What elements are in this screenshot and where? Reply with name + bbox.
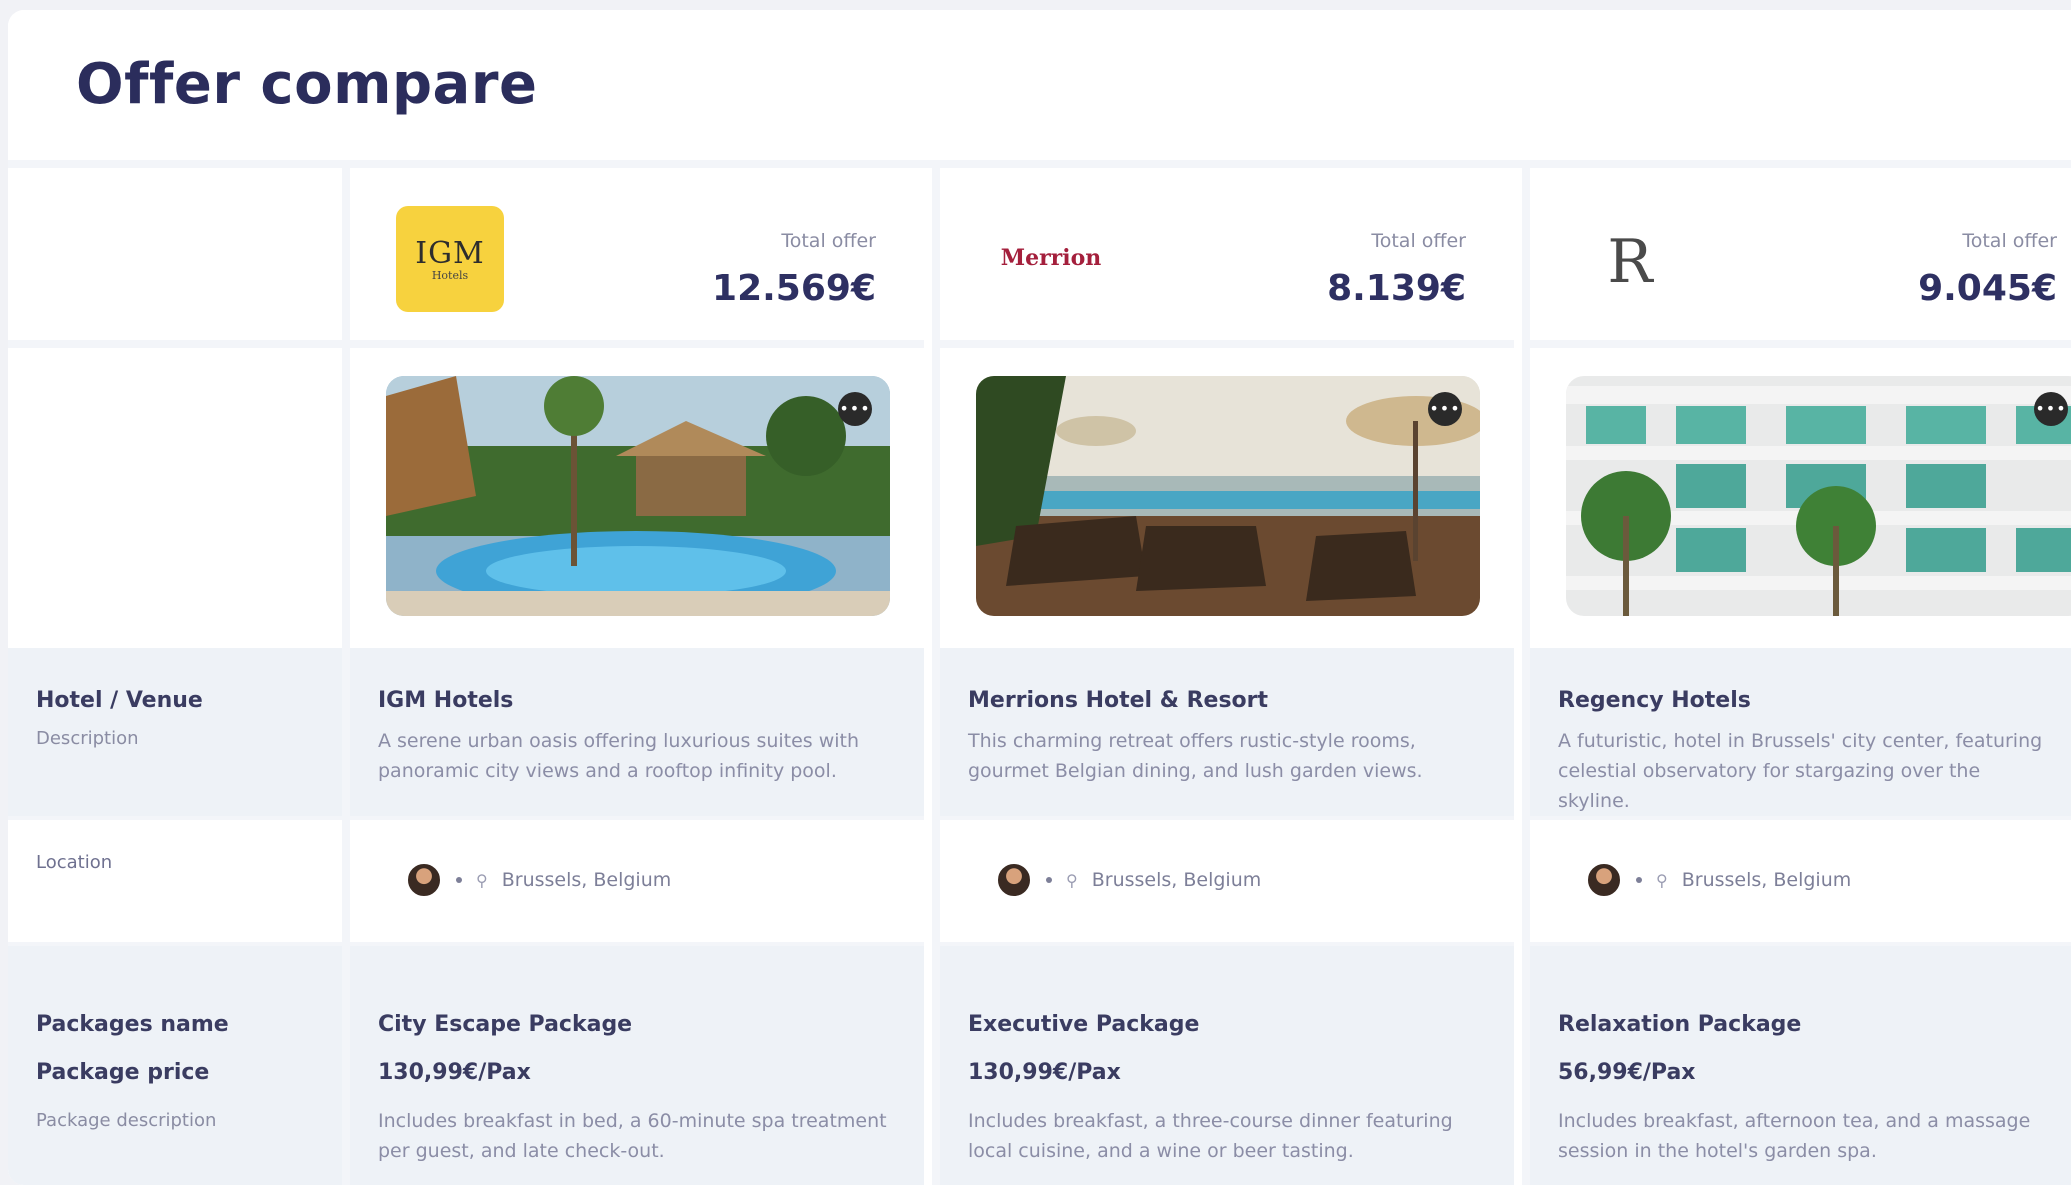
venue-cell: Merrions Hotel & Resort This charming re… [940, 648, 1514, 816]
location-cell: ⚲ Brussels, Belgium [350, 816, 924, 946]
hotel-name: IGM Hotels [378, 688, 514, 713]
package-price: 130,99€/Pax [968, 1060, 1121, 1085]
hotel-logo: R [1576, 206, 1684, 312]
avatar[interactable] [996, 862, 1032, 898]
package-name: City Escape Package [378, 1012, 633, 1037]
location-line: ⚲ Brussels, Belgium [1586, 862, 1851, 898]
logo-text: Merrion [1000, 245, 1102, 271]
total-offer-label: Total offer [1371, 230, 1466, 252]
label-head-cell [8, 168, 342, 348]
total-offer-value: 8.139€ [1327, 268, 1466, 309]
location-line: ⚲ Brussels, Belgium [996, 862, 1261, 898]
location-line: ⚲ Brussels, Belgium [406, 862, 671, 898]
location-pin-icon: ⚲ [476, 870, 488, 890]
hotel-logo: Merrion [986, 206, 1116, 312]
more-icon[interactable]: ••• [2034, 392, 2068, 426]
hotel-photo-cell: ••• [1530, 356, 2071, 648]
hotel-column-merrion[interactable]: Merrion Total offer 8.139€ ••• Merrions … [932, 168, 1514, 1185]
separator-dot [456, 877, 462, 883]
hotel-venue-label: Hotel / Venue [36, 688, 203, 713]
offer-compare-card: Offer compare Hotel / Venue Description … [8, 10, 2071, 1185]
hotel-offer-header: R Total offer 9.045€ [1530, 168, 2071, 348]
location-text: Brussels, Belgium [501, 869, 672, 891]
package-description: Includes breakfast, a three-course dinne… [968, 1110, 1453, 1162]
package-cell: Executive Package 130,99€/Pax Includes b… [940, 946, 1514, 1185]
hotel-offer-header: Merrion Total offer 8.139€ [940, 168, 1514, 348]
hotel-photo[interactable]: ••• [976, 376, 1480, 616]
package-description-label: Package description [36, 1110, 217, 1131]
location-cell: ⚲ Brussels, Belgium [1530, 816, 2071, 946]
package-description: Includes breakfast, afternoon tea, and a… [1558, 1110, 2031, 1162]
package-description: Includes breakfast in bed, a 60-minute s… [378, 1110, 887, 1162]
page-title: Offer compare [76, 52, 538, 117]
avatar[interactable] [1586, 862, 1622, 898]
label-package-cell: Packages name Package price Package desc… [8, 946, 342, 1185]
location-cell: ⚲ Brussels, Belgium [940, 816, 1514, 946]
package-cell: Relaxation Package 56,99€/Pax Includes b… [1530, 946, 2071, 1185]
venue-cell: IGM Hotels A serene urban oasis offering… [350, 648, 924, 816]
packages-name-label: Packages name [36, 1012, 229, 1037]
avatar[interactable] [406, 862, 442, 898]
location-pin-icon: ⚲ [1066, 870, 1078, 890]
location-text: Brussels, Belgium [1091, 869, 1262, 891]
hotel-photo-cell: ••• [940, 356, 1514, 648]
label-venue-cell: Hotel / Venue Description [8, 648, 342, 816]
package-price: 56,99€/Pax [1558, 1060, 1696, 1085]
total-offer-label: Total offer [1962, 230, 2057, 252]
logo-text: IGM [415, 236, 485, 271]
separator-dot [1636, 877, 1642, 883]
hotel-description: A futuristic, hotel in Brussels' city ce… [1558, 730, 2043, 812]
hotel-column-igm[interactable]: IGM Hotels Total offer 12.569€ ••• IGM H… [342, 168, 924, 1185]
package-price: 130,99€/Pax [378, 1060, 531, 1085]
logo-text: R [1607, 227, 1653, 297]
total-offer-value: 12.569€ [712, 268, 876, 309]
description-label: Description [36, 728, 139, 749]
location-pin-icon: ⚲ [1656, 870, 1668, 890]
more-icon[interactable]: ••• [838, 392, 872, 426]
label-location-cell: Location [8, 816, 342, 946]
label-image-cell [8, 356, 342, 648]
location-label: Location [36, 852, 113, 873]
label-column: Hotel / Venue Description Location Packa… [8, 168, 342, 1185]
hotel-description: A serene urban oasis offering luxurious … [378, 730, 860, 782]
hotel-offer-header: IGM Hotels Total offer 12.569€ [350, 168, 924, 348]
logo-subtext: Hotels [431, 269, 469, 282]
hotel-photo[interactable]: ••• [1566, 376, 2071, 616]
location-text: Brussels, Belgium [1681, 869, 1852, 891]
hotel-name: Merrions Hotel & Resort [968, 688, 1269, 713]
hotel-column-regency[interactable]: R Total offer 9.045€ ••• Regency Hotels … [1522, 168, 2071, 1185]
venue-cell: Regency Hotels A futuristic, hotel in Br… [1530, 648, 2071, 816]
package-name: Relaxation Package [1558, 1012, 1802, 1037]
total-offer-value: 9.045€ [1918, 268, 2057, 309]
page-header: Offer compare [8, 10, 2071, 168]
package-cell: City Escape Package 130,99€/Pax Includes… [350, 946, 924, 1185]
hotel-photo[interactable]: ••• [386, 376, 890, 616]
hotel-photo-cell: ••• [350, 356, 924, 648]
separator-dot [1046, 877, 1052, 883]
hotel-logo: IGM Hotels [396, 206, 504, 312]
more-icon[interactable]: ••• [1428, 392, 1462, 426]
hotel-name: Regency Hotels [1558, 688, 1751, 713]
hotel-description: This charming retreat offers rustic-styl… [968, 730, 1423, 782]
package-name: Executive Package [968, 1012, 1200, 1037]
total-offer-label: Total offer [781, 230, 876, 252]
package-price-label: Package price [36, 1060, 210, 1085]
